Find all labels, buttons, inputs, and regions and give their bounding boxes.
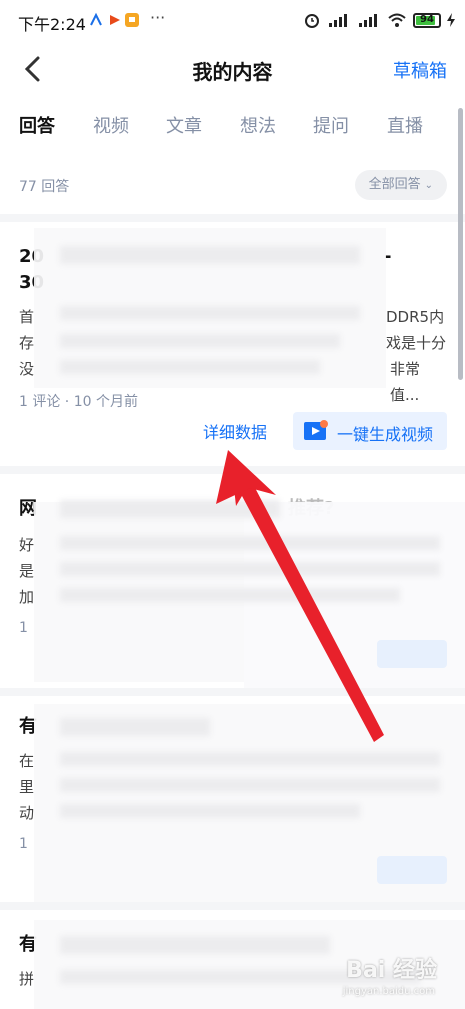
drafts-button[interactable]: 草稿箱 [393, 57, 447, 83]
blurred-text [60, 500, 280, 518]
signal-icon [359, 14, 377, 27]
generate-video-label: 一键生成视频 [337, 425, 434, 444]
answer-card[interactable]: 20 - 30 首 DDR5内 存 戏是十分 没 非常值... 1 评论 · 1… [0, 222, 465, 466]
filter-dropdown[interactable]: 全部回答 ⌄ [354, 170, 447, 200]
chevron-down-icon: ⌄ [424, 180, 433, 191]
status-time: 下午2:24 [18, 15, 86, 34]
generate-video-button[interactable]: 一键生成视频 [293, 412, 447, 450]
video-icon [304, 420, 328, 440]
answer-card[interactable]: 有 在 里 动 1 [0, 696, 465, 902]
filter-label: 全部回答 [368, 177, 421, 192]
tab-thoughts[interactable]: 想法 [240, 112, 276, 138]
blurred-text [60, 588, 400, 602]
tab-answers[interactable]: 回答 [19, 112, 55, 138]
blurred-text [60, 334, 340, 348]
battery-icon: 94 [413, 12, 441, 28]
app-notification-icon [125, 13, 139, 27]
excerpt-end: 戏是十分 [386, 334, 447, 352]
answer-meta: 1 [19, 620, 28, 636]
baidu-jingyan-watermark: Bai 经验 [346, 958, 437, 983]
excerpt-end: DDR5内 [386, 308, 445, 326]
app-notification-icon [90, 12, 102, 26]
detail-data-link[interactable]: 详细数据 [203, 419, 267, 443]
blurred-text [60, 752, 440, 766]
signal-icon [329, 14, 347, 27]
alarm-icon [305, 14, 319, 28]
excerpt-end: 非常值... [390, 360, 421, 404]
blurred-text [60, 778, 440, 792]
charging-icon [447, 13, 455, 27]
battery-level: 94 [420, 13, 434, 25]
generate-video-button[interactable] [377, 856, 447, 884]
tab-questions[interactable]: 提问 [313, 112, 349, 138]
generate-video-button[interactable] [377, 640, 447, 668]
nav-bar: 我的内容 草稿箱 [0, 40, 465, 98]
answer-card[interactable]: 网 推荐? 好 是 加 1 [0, 474, 465, 688]
blurred-text [60, 562, 440, 576]
watermark-url: jingyan.baidu.com [342, 986, 435, 997]
answer-count: 77 回答 [19, 179, 70, 195]
blurred-text [60, 246, 360, 264]
tab-videos[interactable]: 视频 [93, 112, 129, 138]
scrollbar[interactable] [458, 108, 463, 380]
blurred-text [60, 360, 320, 374]
status-bar: 下午2:24 ··· 94 [0, 0, 465, 40]
more-icon: ··· [150, 8, 166, 27]
answer-meta: 1 [19, 836, 28, 852]
blurred-text [60, 718, 210, 736]
app-notification-icon [110, 15, 120, 25]
wifi-icon [388, 13, 406, 27]
blurred-text [60, 536, 440, 550]
content-tabs: 回答 视频 文章 想法 提问 直播 [0, 98, 465, 154]
blurred-text [60, 804, 360, 818]
tab-live[interactable]: 直播 [387, 112, 423, 138]
tab-articles[interactable]: 文章 [166, 112, 202, 138]
answers-summary: 77 回答 全部回答 ⌄ [0, 154, 465, 214]
blurred-text [60, 936, 330, 954]
blurred-text [60, 306, 360, 320]
answer-meta: 1 评论 · 10 个月前 [19, 394, 138, 410]
